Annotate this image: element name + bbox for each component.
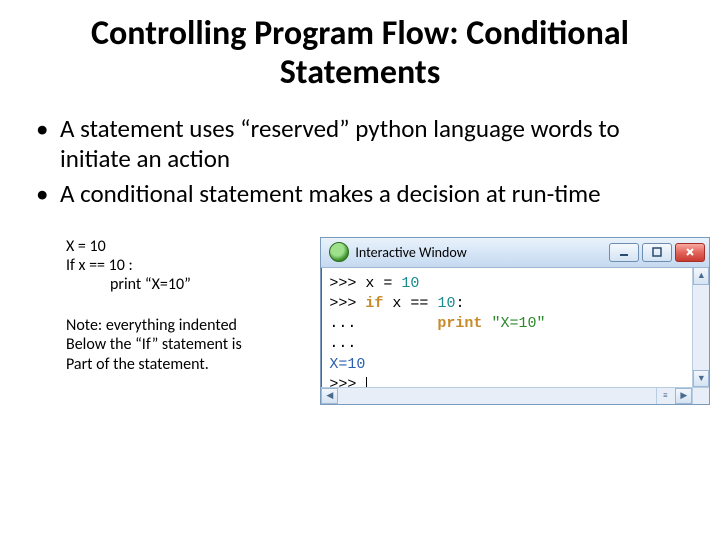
terminal-line: >>> if x == 10: (329, 294, 701, 314)
terminal-area[interactable]: >>> x = 10 >>> if x == 10: ... print "X=… (321, 268, 709, 404)
resize-grip-icon[interactable] (692, 387, 709, 404)
maximize-button[interactable] (642, 243, 672, 262)
note-line: Below the “If” statement is (66, 335, 320, 354)
minimize-button[interactable] (609, 243, 639, 262)
note-block: Note: everything indented Below the “If”… (66, 316, 320, 374)
window-titlebar[interactable]: Interactive Window (321, 238, 709, 268)
bullet-item: A conditional statement makes a decision… (36, 179, 690, 209)
left-column: X = 10 If x == 10 : print “X=10” Note: e… (30, 237, 320, 405)
horizontal-scrollbar[interactable]: ◀ ▶ ≡ (321, 387, 692, 404)
lower-row: X = 10 If x == 10 : print “X=10” Note: e… (30, 237, 690, 405)
scroll-right-icon[interactable]: ▶ (675, 388, 692, 404)
scroll-up-icon[interactable]: ▲ (693, 268, 709, 285)
interactive-window: Interactive Window >>> x = 10 >>> if x =… (320, 237, 710, 405)
terminal-line: ... print "X=10" (329, 314, 701, 334)
code-sample: X = 10 If x == 10 : print “X=10” (66, 237, 320, 295)
options-icon[interactable]: ≡ (656, 388, 673, 404)
code-line: print “X=10” (66, 275, 320, 294)
note-line: Part of the statement. (66, 355, 320, 374)
window-title: Interactive Window (355, 244, 609, 261)
code-line: X = 10 (66, 237, 320, 256)
bullet-list: A statement uses “reserved” python langu… (36, 114, 690, 209)
terminal-output: X=10 (329, 355, 701, 375)
bullet-item: A statement uses “reserved” python langu… (36, 114, 690, 173)
close-button[interactable] (675, 243, 705, 262)
right-column: Interactive Window >>> x = 10 >>> if x =… (320, 237, 690, 405)
note-line: Note: everything indented (66, 316, 320, 335)
scroll-left-icon[interactable]: ◀ (321, 388, 338, 404)
window-buttons (609, 243, 705, 262)
slide-title: Controlling Program Flow: Conditional St… (30, 14, 690, 92)
slide: Controlling Program Flow: Conditional St… (0, 0, 720, 540)
terminal-line: ... (329, 334, 701, 354)
vertical-scrollbar[interactable]: ▲ ▼ (692, 268, 709, 387)
scroll-down-icon[interactable]: ▼ (693, 370, 709, 387)
code-line: If x == 10 : (66, 256, 320, 275)
terminal-line: >>> x = 10 (329, 274, 701, 294)
python-icon (329, 242, 349, 262)
